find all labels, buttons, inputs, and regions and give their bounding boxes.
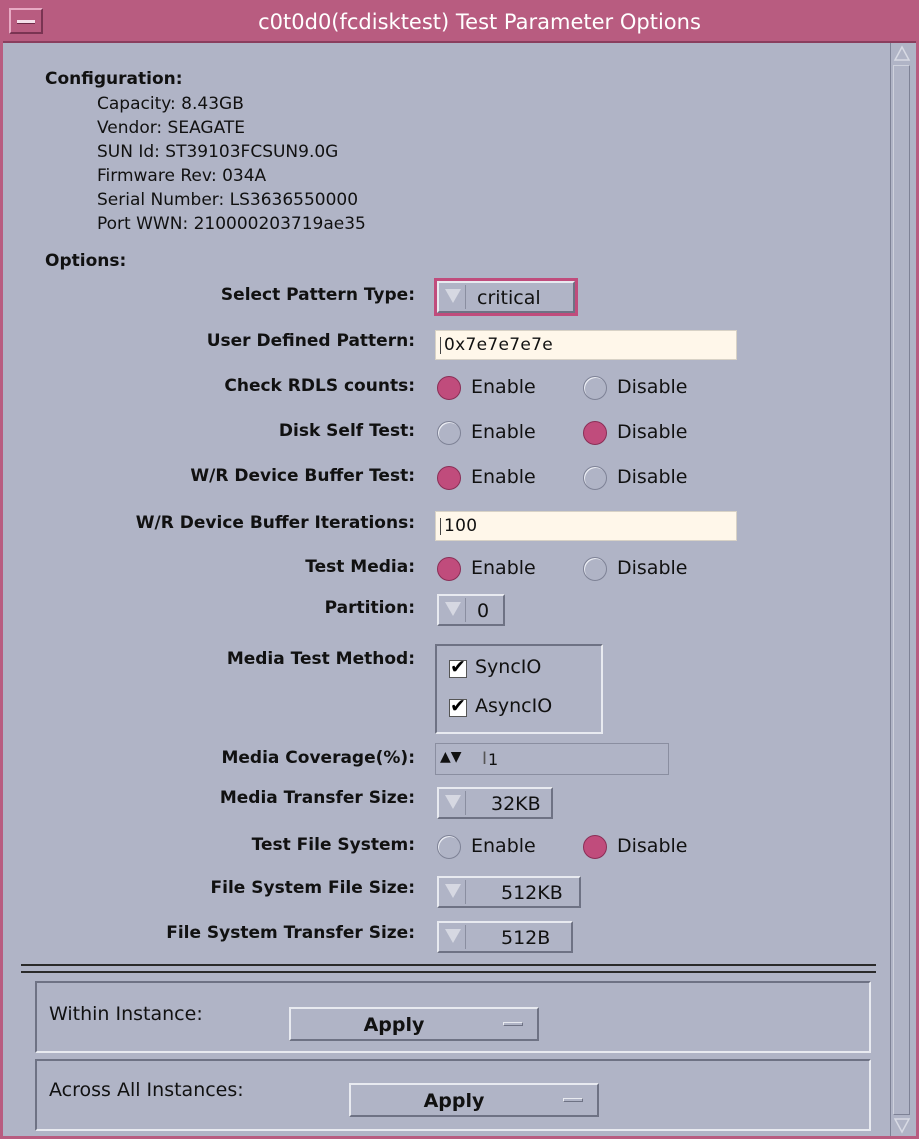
wr-device-buffer-iterations-label: W/R Device Buffer Iterations: (135, 513, 415, 533)
test-file-system-disable-label: Disable (617, 835, 688, 857)
syncio-label: SyncIO (475, 656, 542, 678)
select-pattern-type-value: critical (477, 287, 541, 309)
scroll-down-arrow-icon[interactable] (893, 1116, 911, 1134)
media-coverage-spinbox[interactable]: ▲▼ I 1 (435, 743, 669, 775)
check-rdls-enable-label: Enable (471, 376, 536, 398)
wr-buffer-test-enable-label: Enable (471, 466, 536, 488)
wr-buffer-test-disable-radio[interactable] (583, 466, 607, 490)
scroll-up-arrow-icon[interactable] (893, 45, 911, 63)
across-all-instances-label: Across All Instances: (49, 1079, 244, 1101)
config-sun-id: SUN Id: ST39103FCSUN9.0G (97, 142, 339, 162)
test-parameter-options-window: c0t0d0(fcdisktest) Test Parameter Option… (0, 0, 919, 1139)
option-menu-indicator-icon (503, 1022, 523, 1026)
across-all-instances-apply-button[interactable]: Apply (349, 1083, 599, 1117)
disk-self-test-disable-radio[interactable] (583, 421, 607, 445)
media-test-method-label: Media Test Method: (226, 649, 415, 669)
media-test-method-group: SyncIO AsyncIO (435, 644, 603, 734)
wr-device-buffer-test-label: W/R Device Buffer Test: (190, 466, 415, 486)
within-instance-apply-label: Apply (363, 1014, 425, 1036)
dropdown-arrow-icon (445, 884, 461, 898)
text-cursor-icon: I (482, 749, 488, 769)
test-media-enable-label: Enable (471, 557, 536, 579)
scrollbar-thumb[interactable] (893, 65, 910, 1115)
media-coverage-value: 1 (488, 750, 499, 769)
file-system-transfer-size-value: 512B (501, 927, 551, 949)
disk-self-test-enable-radio[interactable] (437, 421, 461, 445)
wr-buffer-test-enable-radio[interactable] (437, 466, 461, 490)
across-all-instances-apply-label: Apply (423, 1090, 485, 1112)
disk-self-test-enable-label: Enable (471, 421, 536, 443)
test-media-label: Test Media: (305, 557, 415, 577)
title-bar[interactable]: c0t0d0(fcdisktest) Test Parameter Option… (3, 3, 916, 43)
media-transfer-size-dropdown[interactable]: 32KB (437, 787, 553, 819)
check-rdls-enable-radio[interactable] (437, 376, 461, 400)
section-divider (21, 964, 876, 973)
window-menu-button[interactable] (9, 8, 43, 34)
dropdown-arrow-icon (445, 289, 461, 303)
text-cursor-icon (440, 337, 443, 354)
vertical-scrollbar[interactable] (890, 43, 913, 1136)
spin-arrows-icon[interactable]: ▲▼ (440, 749, 462, 765)
file-system-file-size-dropdown[interactable]: 512KB (437, 876, 581, 908)
window-title: c0t0d0(fcdisktest) Test Parameter Option… (258, 10, 701, 34)
wr-buffer-test-disable-label: Disable (617, 466, 688, 488)
file-system-transfer-size-label: File System Transfer Size: (166, 923, 415, 943)
config-firmware-rev: Firmware Rev: 034A (97, 166, 267, 186)
options-heading: Options: (45, 251, 127, 271)
check-rdls-disable-radio[interactable] (583, 376, 607, 400)
file-system-file-size-label: File System File Size: (210, 878, 415, 898)
user-defined-pattern-value: 0x7e7e7e7e (444, 335, 553, 355)
wr-device-buffer-iterations-value: 100 (444, 516, 478, 536)
select-pattern-type-dropdown[interactable]: critical (434, 278, 578, 316)
test-file-system-label: Test File System: (251, 835, 415, 855)
config-vendor: Vendor: SEAGATE (97, 118, 246, 138)
asyncio-checkbox[interactable] (449, 695, 467, 717)
disk-self-test-label: Disk Self Test: (278, 421, 415, 441)
within-instance-panel: Within Instance: Apply (35, 981, 871, 1053)
within-instance-label: Within Instance: (49, 1003, 203, 1025)
test-media-enable-radio[interactable] (437, 557, 461, 581)
file-system-file-size-value: 512KB (501, 882, 563, 904)
config-capacity: Capacity: 8.43GB (97, 94, 244, 114)
config-port-wwn: Port WWN: 210000203719ae35 (97, 214, 366, 234)
wr-device-buffer-iterations-input[interactable]: 100 (435, 511, 737, 541)
test-media-disable-radio[interactable] (583, 557, 607, 581)
partition-dropdown[interactable]: 0 (437, 594, 505, 626)
asyncio-label: AsyncIO (475, 695, 553, 717)
dropdown-arrow-icon (445, 602, 461, 616)
disk-self-test-disable-label: Disable (617, 421, 688, 443)
window-menu-icon (17, 20, 35, 24)
user-defined-pattern-label: User Defined Pattern: (206, 331, 415, 351)
user-defined-pattern-input[interactable]: 0x7e7e7e7e (435, 330, 737, 360)
media-transfer-size-label: Media Transfer Size: (219, 788, 415, 808)
media-transfer-size-value: 32KB (491, 793, 541, 815)
check-rdls-counts-label: Check RDLS counts: (224, 376, 415, 396)
dropdown-arrow-icon (445, 795, 461, 809)
option-menu-indicator-icon (563, 1098, 583, 1102)
test-file-system-enable-label: Enable (471, 835, 536, 857)
file-system-transfer-size-dropdown[interactable]: 512B (437, 921, 573, 953)
test-file-system-enable-radio[interactable] (437, 835, 461, 859)
across-all-instances-panel: Across All Instances: Apply (35, 1059, 871, 1131)
media-coverage-label: Media Coverage(%): (221, 748, 415, 768)
configuration-heading: Configuration: (45, 69, 183, 89)
syncio-checkbox[interactable] (449, 656, 467, 678)
text-cursor-icon (440, 518, 443, 535)
test-file-system-disable-radio[interactable] (583, 835, 607, 859)
partition-value: 0 (477, 600, 490, 622)
dropdown-arrow-icon (445, 929, 461, 943)
check-rdls-disable-label: Disable (617, 376, 688, 398)
config-serial-number: Serial Number: LS3636550000 (97, 190, 359, 210)
select-pattern-type-label: Select Pattern Type: (220, 285, 415, 305)
test-media-disable-label: Disable (617, 557, 688, 579)
within-instance-apply-button[interactable]: Apply (289, 1007, 539, 1041)
partition-label: Partition: (324, 598, 415, 618)
